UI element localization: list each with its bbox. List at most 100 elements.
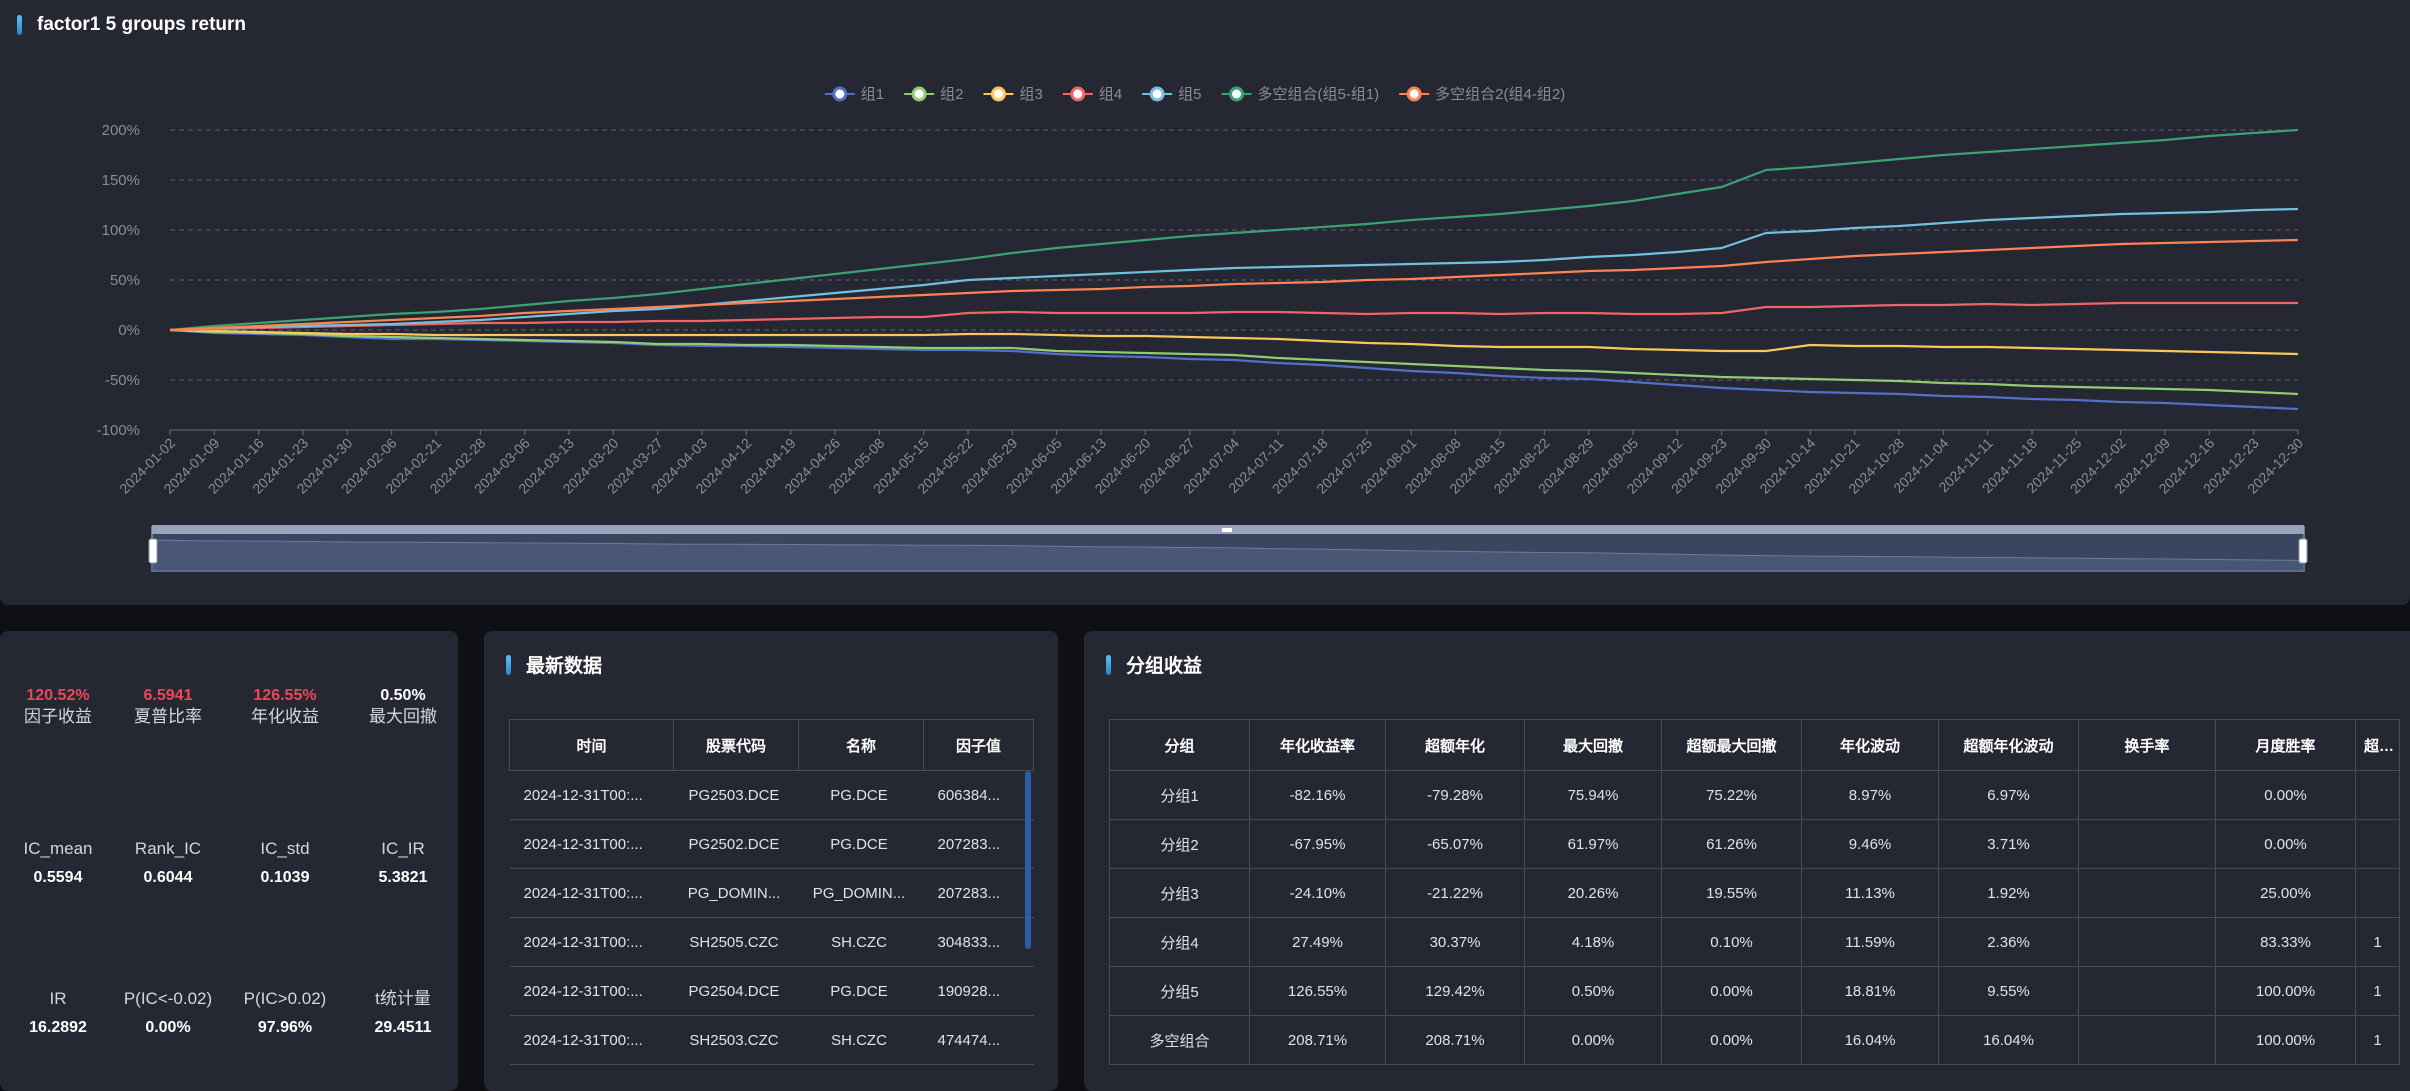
table-scrollbar[interactable]: [1025, 771, 1031, 949]
stat-value: 0.00%: [145, 1019, 191, 1036]
table-cell: 2024-12-31T00:...: [509, 770, 674, 820]
column-header[interactable]: 超额最大回撤: [1661, 719, 1802, 771]
table-cell: 606384...: [923, 770, 1034, 820]
table-cell: 2024-12-31T00:...: [509, 868, 674, 918]
table-cell: SH2505.CZC: [673, 917, 799, 967]
column-header[interactable]: 分组: [1109, 719, 1250, 771]
column-header[interactable]: 因子值: [923, 719, 1034, 771]
table-cell: -67.95%: [1249, 819, 1386, 869]
legend-item[interactable]: 组5: [1142, 86, 1202, 103]
table-cell: 0.00%: [1661, 966, 1802, 1016]
table-cell: 1: [2355, 1015, 2400, 1065]
table-cell: 61.26%: [1661, 819, 1802, 869]
stat-item: P(IC>0.02) 97.96%: [237, 988, 333, 1038]
stat-item: t统计量 29.4511: [355, 988, 451, 1038]
table-cell: 208.71%: [1249, 1015, 1386, 1065]
legend-item[interactable]: 多空组合(组5-组1): [1221, 86, 1380, 103]
stat-item: 6.5941 夏普比率: [120, 686, 216, 728]
table-cell: PG2502.DCE: [673, 819, 799, 869]
table-cell: -65.07%: [1385, 819, 1525, 869]
title-accent-bar: [1106, 654, 1111, 675]
table-row[interactable]: 分组2 -67.95% -65.07% 61.97% 61.26% 9.46% 3.71% 0…: [1109, 819, 2400, 869]
legend-item[interactable]: 组3: [983, 86, 1043, 103]
table-row[interactable]: 2024-12-31T00:... SH2505.CZC SH.CZC 304833.…: [509, 917, 1034, 967]
group-returns-panel: 分组收益 分组 年化收益率 超额年化 最大回撤 超额最大回撤 年化波动 超额年化波动 换手率月…: [1084, 631, 2410, 1091]
series-line: [169, 238, 2299, 332]
column-header[interactable]: 名称: [798, 719, 924, 771]
latest-data-panel: 最新数据 时间 股票代码 名称 因子值 2024-12-31T00:... PG2503…: [484, 631, 1058, 1091]
legend-marker: [1149, 86, 1165, 102]
table-cell: 1.92%: [1938, 868, 2079, 918]
table-cell: 分组2: [1109, 819, 1250, 869]
table-cell: 9.46%: [1801, 819, 1939, 869]
stat-label: IC_mean: [23, 839, 93, 858]
legend-label: 多空组合(组5-组1): [1258, 86, 1380, 103]
y-tick-label: 200%: [102, 122, 140, 139]
column-header[interactable]: 换手率: [2078, 719, 2216, 771]
table-row[interactable]: 分组5 126.55% 129.42% 0.50% 0.00% 18.81% 9.55% 10…: [1109, 966, 2400, 1016]
stat-item: P(IC<-0.02) 0.00%: [120, 988, 216, 1038]
legend-item[interactable]: 组2: [904, 86, 963, 103]
table-cell: PG_DOMIN...: [673, 868, 799, 918]
table-cell: 75.94%: [1524, 770, 1662, 820]
table-cell: SH2503.CZC: [673, 1015, 799, 1065]
table-cell: 分组4: [1109, 917, 1250, 967]
stat-value: 0.5594: [33, 869, 83, 886]
column-header[interactable]: 年化波动: [1801, 719, 1939, 771]
stat-item: 126.55% 年化收益: [237, 686, 333, 728]
legend-item[interactable]: 组1: [824, 86, 884, 103]
table-cell: PG2503.DCE: [673, 770, 799, 820]
table-cell: 207283...: [923, 819, 1034, 869]
stat-label: t统计量: [375, 989, 431, 1008]
table-cell: 25.00%: [2215, 868, 2356, 918]
column-header[interactable]: 超额年化波动: [1938, 719, 2079, 771]
table-cell: 30.37%: [1385, 917, 1525, 967]
column-header[interactable]: 股票代码: [673, 719, 799, 771]
table-row[interactable]: 2024-12-31T00:... PG_DOMIN... PG_DOMIN... 2…: [509, 868, 1034, 918]
y-tick-label: 50%: [110, 272, 140, 289]
zoom-handle-right: [2298, 538, 2308, 564]
column-header[interactable]: 年化收益率: [1249, 719, 1386, 771]
table-cell: 100.00%: [2215, 1015, 2356, 1065]
table-cell: 0.10%: [1661, 917, 1802, 967]
table-cell: 分组5: [1109, 966, 1250, 1016]
column-header[interactable]: 时间: [509, 719, 674, 771]
column-header[interactable]: 最大回撤: [1524, 719, 1662, 771]
stat-value: 16.2892: [29, 1019, 87, 1036]
table-cell: 2024-12-31T00:...: [509, 819, 674, 869]
legend-item[interactable]: 组4: [1062, 86, 1122, 103]
table-row[interactable]: 分组4 27.49% 30.37% 4.18% 0.10% 11.59% 2.36% 83.3…: [1109, 917, 2400, 967]
table-cell: 0.00%: [1524, 1015, 1662, 1065]
table-row[interactable]: 多空组合 208.71% 208.71% 0.00% 0.00% 16.04% 16.04%…: [1109, 1015, 2400, 1065]
table-cell: -21.22%: [1385, 868, 1525, 918]
legend-item[interactable]: 多空组合2(组4-组2): [1399, 86, 1565, 103]
series-line: [169, 328, 2299, 396]
table-row[interactable]: 分组1 -82.16% -79.28% 75.94% 75.22% 8.97% 6.97% 0…: [1109, 770, 2400, 820]
column-header[interactable]: 月度胜率: [2215, 719, 2356, 771]
table-cell: [2078, 966, 2216, 1016]
data-zoom-slider[interactable]: [148, 525, 2308, 572]
chart-panel: factor1 5 groups return 200% 150% 100% 50% 0…: [0, 0, 2410, 605]
table-row[interactable]: 2024-12-31T00:... SH2503.CZC SH.CZC 474474.…: [509, 1015, 1034, 1065]
stat-label: Rank_IC: [134, 839, 202, 858]
table-cell: 207283...: [923, 868, 1034, 918]
legend-marker: [1070, 86, 1086, 102]
table-row[interactable]: 分组3 -24.10% -21.22% 20.26% 19.55% 11.13% 1.92%…: [1109, 868, 2400, 918]
column-header[interactable]: 超额: [2355, 719, 2400, 771]
legend-marker: [832, 86, 848, 102]
column-header[interactable]: 超额年化: [1385, 719, 1525, 771]
legend-label: 组1: [861, 86, 884, 103]
stat-item: IC_mean 0.5594: [10, 838, 106, 888]
stat-label: P(IC>0.02): [243, 989, 327, 1008]
table-row[interactable]: 2024-12-31T00:... PG2502.DCE PG.DCE 207283.…: [509, 819, 1034, 869]
y-tick-label: 100%: [102, 222, 140, 239]
legend-label: 组2: [940, 86, 963, 103]
group-returns-title-text: 分组收益: [1126, 656, 1203, 677]
series-line: [169, 328, 2299, 356]
table-cell: -79.28%: [1385, 770, 1525, 820]
stat-item: IR 16.2892: [10, 988, 106, 1038]
table-cell: 分组1: [1109, 770, 1250, 820]
table-row[interactable]: 2024-12-31T00:... PG2504.DCE PG.DCE 190928.…: [509, 966, 1034, 1016]
legend-label: 多空组合2(组4-组2): [1435, 86, 1565, 103]
table-row[interactable]: 2024-12-31T00:... PG2503.DCE PG.DCE 606384.…: [509, 770, 1034, 820]
